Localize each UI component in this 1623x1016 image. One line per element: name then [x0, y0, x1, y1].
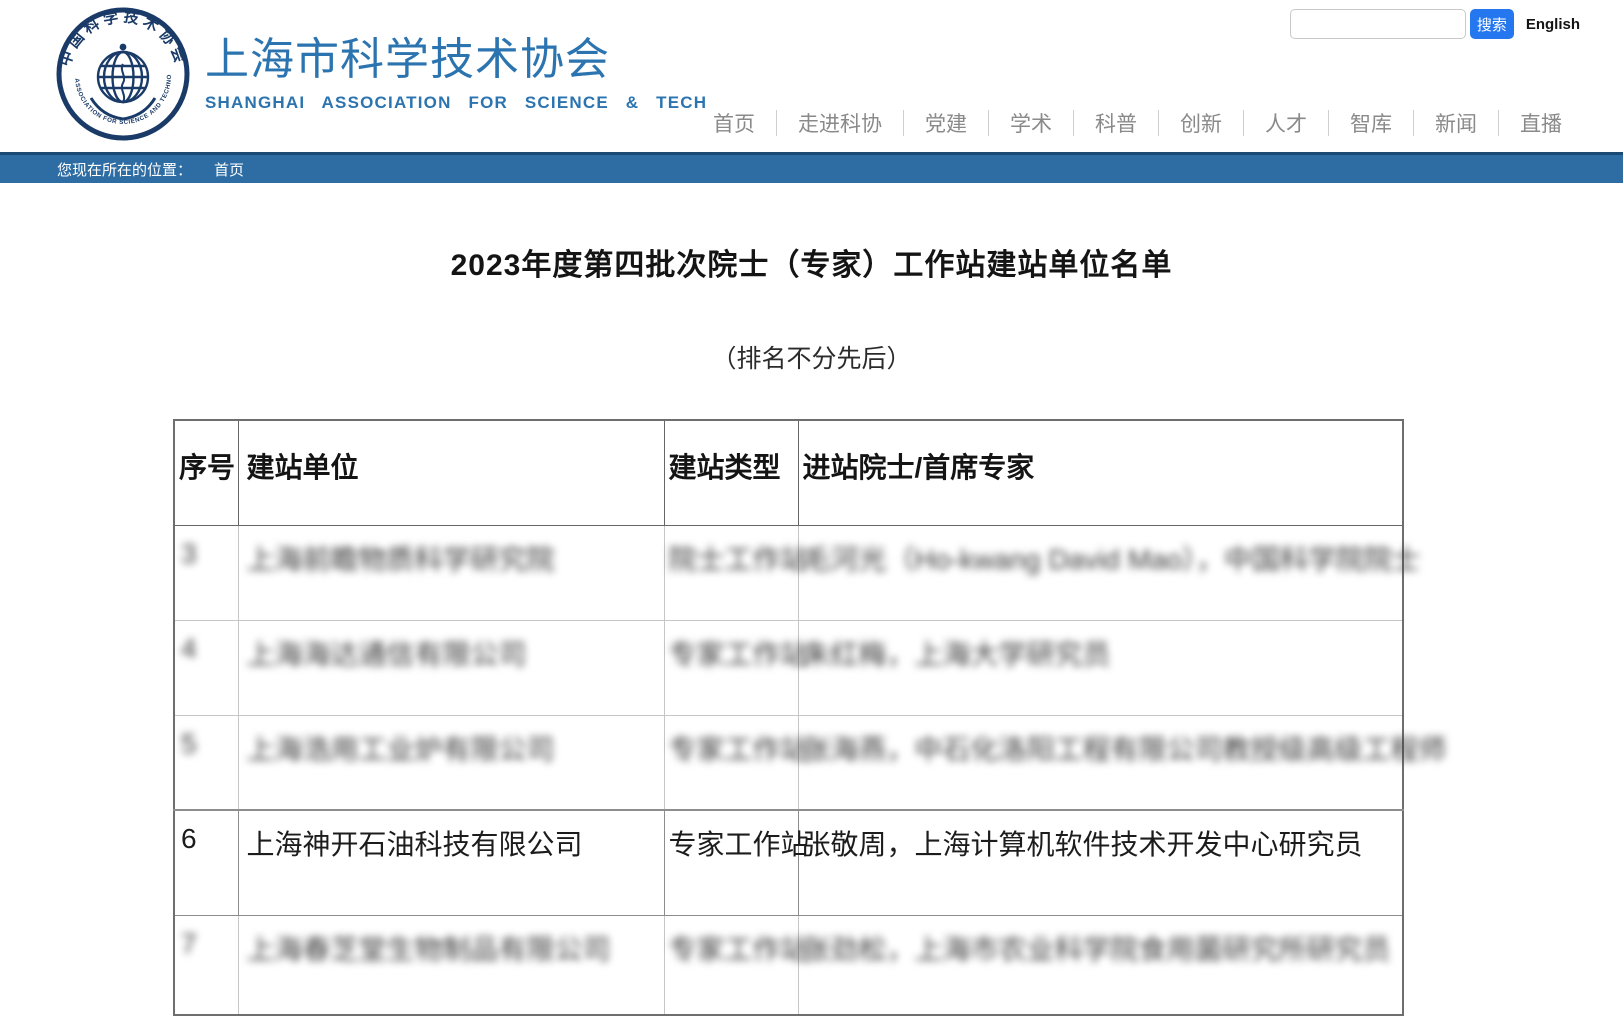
- nav-item-science-pop[interactable]: 科普: [1074, 108, 1158, 138]
- col-header-type: 建站类型: [664, 420, 798, 525]
- breadcrumb-label: 您现在所在的位置：: [57, 159, 192, 180]
- cell-expert: 朱红梅，上海大学研究员: [798, 620, 1403, 715]
- cell-unit: 上海前瞻物质科学研究院: [238, 525, 664, 620]
- nav-item-talent[interactable]: 人才: [1244, 108, 1328, 138]
- page-subtitle: （排名不分先后）: [0, 339, 1623, 375]
- brand-subtitle: SHANGHAI ASSOCIATION FOR SCIENCE & TECH: [205, 93, 707, 113]
- english-link[interactable]: English: [1526, 16, 1580, 33]
- cell-expert: 张海燕，中石化洛阳工程有限公司教授级高级工程师: [798, 715, 1403, 810]
- cell-expert: 张劲松，上海市农业科学院食用菌研究所研究员: [798, 915, 1403, 1015]
- cell-index: 3: [174, 525, 238, 620]
- table-header-row: 序号 建站单位 建站类型 进站院士/首席专家: [174, 420, 1403, 525]
- search-input[interactable]: [1290, 9, 1466, 39]
- station-table-wrap: 序号 建站单位 建站类型 进站院士/首席专家 3 上海前瞻物质科学研究院 院士工…: [173, 419, 1623, 1016]
- article-content: 2023年度第四批次院士（专家）工作站建站单位名单 （排名不分先后） 序号 建站…: [0, 240, 1623, 1016]
- cell-index: 5: [174, 715, 238, 810]
- breadcrumb-home-link[interactable]: 首页: [214, 159, 244, 180]
- station-table: 序号 建站单位 建站类型 进站院士/首席专家 3 上海前瞻物质科学研究院 院士工…: [173, 419, 1404, 1016]
- table-row: 4 上海海达通信有限公司 专家工作站 朱红梅，上海大学研究员: [174, 620, 1403, 715]
- search-button[interactable]: 搜索: [1470, 9, 1514, 39]
- breadcrumb-bar: 您现在所在的位置： 首页: [0, 152, 1623, 183]
- table-row: 3 上海前瞻物质科学研究院 院士工作站 毛河光（Ho-kwang David M…: [174, 525, 1403, 620]
- col-header-index: 序号: [174, 420, 238, 525]
- nav-item-innovation[interactable]: 创新: [1159, 108, 1243, 138]
- cell-expert: 张敬周，上海计算机软件技术开发中心研究员: [798, 810, 1403, 915]
- nav-item-live[interactable]: 直播: [1499, 108, 1583, 138]
- cell-type: 专家工作站: [664, 715, 798, 810]
- cell-type: 专家工作站: [664, 810, 798, 915]
- table-row: 6 上海神开石油科技有限公司 专家工作站 张敬周，上海计算机软件技术开发中心研究…: [174, 810, 1403, 915]
- nav-item-about[interactable]: 走进科协: [777, 108, 903, 138]
- main-nav: 首页 走进科协 党建 学术 科普 创新 人才 智库 新闻 直播: [692, 108, 1583, 138]
- col-header-expert: 进站院士/首席专家: [798, 420, 1403, 525]
- nav-item-party[interactable]: 党建: [904, 108, 988, 138]
- cell-expert: 毛河光（Ho-kwang David Mao），中国科学院院士: [798, 525, 1403, 620]
- cell-index: 4: [174, 620, 238, 715]
- col-header-unit: 建站单位: [238, 420, 664, 525]
- cast-seal-logo: 中国科学技术协会 CHINA ASSOCIATION FOR SCIENCE A…: [55, 6, 191, 142]
- nav-item-news[interactable]: 新闻: [1414, 108, 1498, 138]
- nav-item-academic[interactable]: 学术: [989, 108, 1073, 138]
- page-title: 2023年度第四批次院士（专家）工作站建站单位名单: [0, 240, 1623, 284]
- nav-item-home[interactable]: 首页: [692, 108, 776, 138]
- cell-unit: 上海浩用工业炉有限公司: [238, 715, 664, 810]
- nav-item-thinktank[interactable]: 智库: [1329, 108, 1413, 138]
- cell-index: 6: [174, 810, 238, 915]
- cell-unit: 上海神开石油科技有限公司: [238, 810, 664, 915]
- cell-type: 专家工作站: [664, 620, 798, 715]
- cell-unit: 上海春芝堂生物制品有限公司: [238, 915, 664, 1015]
- table-row: 7 上海春芝堂生物制品有限公司 专家工作站 张劲松，上海市农业科学院食用菌研究所…: [174, 915, 1403, 1015]
- site-header: 中国科学技术协会 CHINA ASSOCIATION FOR SCIENCE A…: [0, 0, 1623, 152]
- cell-type: 院士工作站: [664, 525, 798, 620]
- cell-index: 7: [174, 915, 238, 1015]
- brand-title: 上海市科学技术协会: [205, 36, 707, 84]
- search-area: 搜索 English: [1290, 9, 1580, 39]
- table-row: 5 上海浩用工业炉有限公司 专家工作站 张海燕，中石化洛阳工程有限公司教授级高级…: [174, 715, 1403, 810]
- brand-block: 上海市科学技术协会 SHANGHAI ASSOCIATION FOR SCIEN…: [205, 36, 707, 113]
- cell-type: 专家工作站: [664, 915, 798, 1015]
- cell-unit: 上海海达通信有限公司: [238, 620, 664, 715]
